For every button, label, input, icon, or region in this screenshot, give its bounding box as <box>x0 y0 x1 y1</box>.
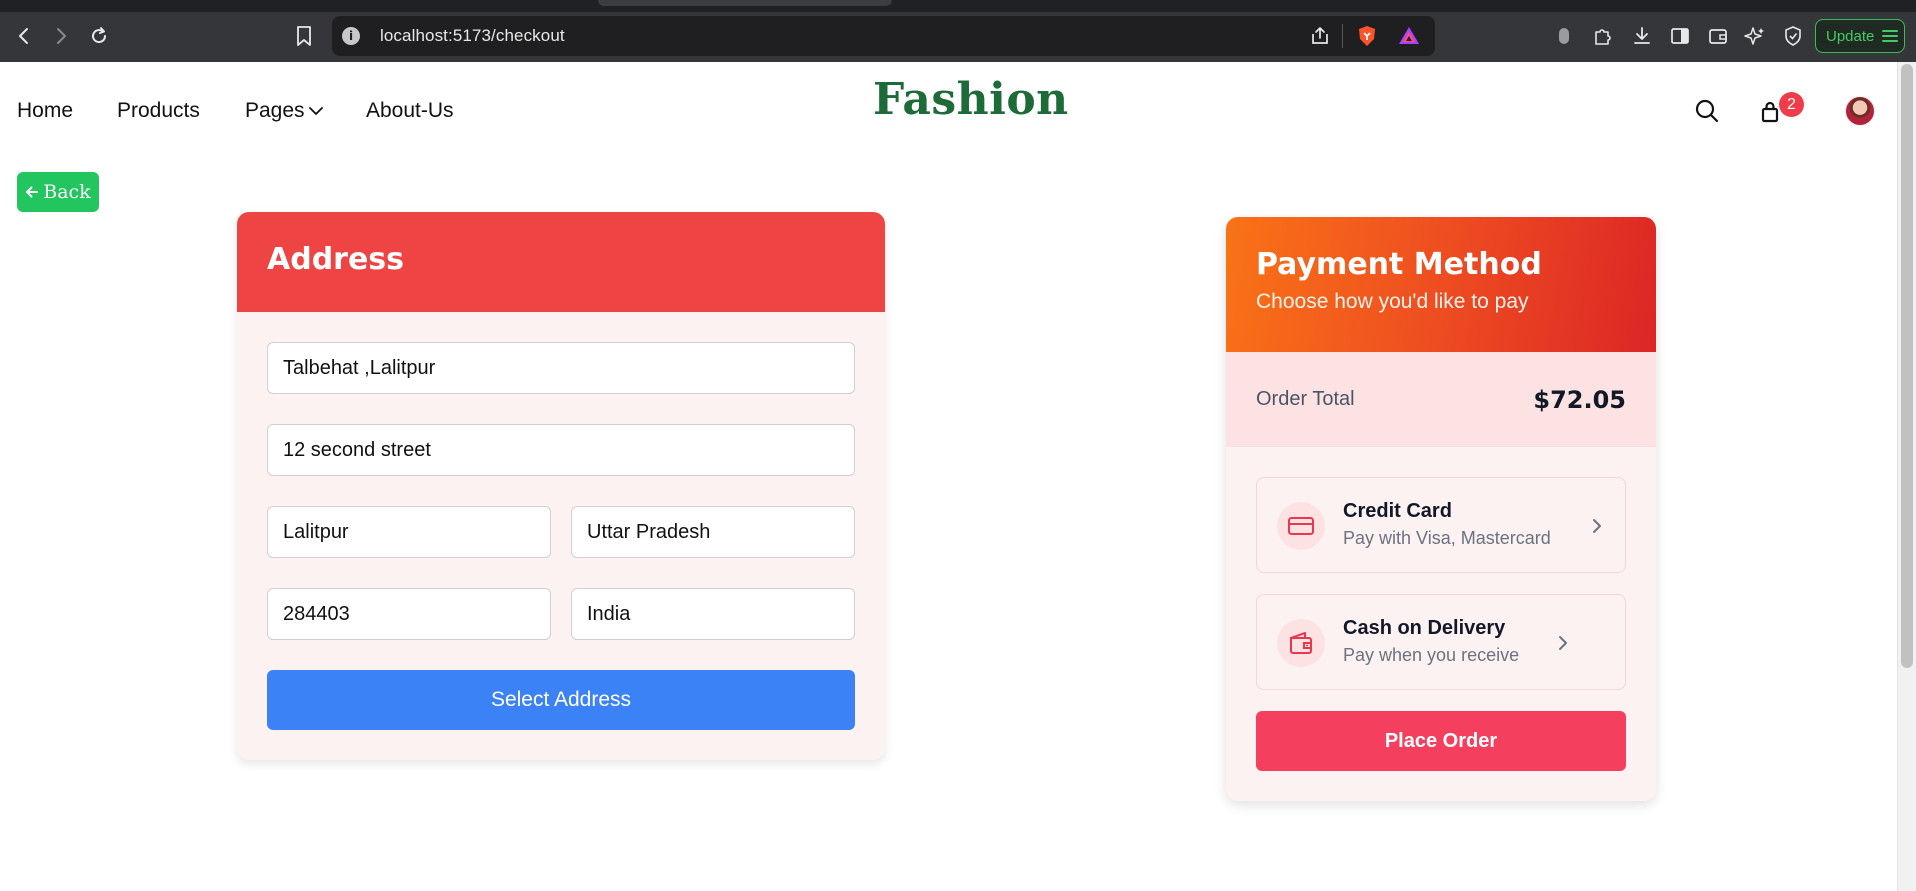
active-tab[interactable] <box>598 0 892 6</box>
download-icon[interactable] <box>1630 24 1654 48</box>
leo-ai-icon[interactable] <box>1743 24 1767 48</box>
select-address-button[interactable]: Select Address <box>267 670 855 730</box>
payment-card: Payment Method Choose how you'd like to … <box>1226 217 1656 801</box>
update-label: Update <box>1826 27 1875 45</box>
extensions-puzzle-icon[interactable] <box>1591 24 1615 48</box>
chevron-right-icon <box>1559 636 1567 650</box>
browser-chrome: i localhost:5173/checkout Update <box>0 0 1916 62</box>
share-icon[interactable] <box>1309 25 1331 47</box>
address-card-header: Address <box>237 212 885 312</box>
search-icon[interactable] <box>1693 97 1721 125</box>
user-avatar[interactable] <box>1845 96 1875 126</box>
hamburger-menu-icon <box>1882 30 1899 42</box>
pincode-field[interactable]: 284403 <box>267 588 551 640</box>
nav-pages-label: Pages <box>245 99 305 122</box>
sidebar-icon[interactable] <box>1668 24 1692 48</box>
order-total-row: Order Total $72.05 <box>1226 352 1656 447</box>
cash-on-delivery-option[interactable]: Cash on Delivery Pay when you receive <box>1256 594 1626 690</box>
arrow-left-icon <box>26 186 39 198</box>
payment-title: Payment Method <box>1256 247 1542 282</box>
wallet-icon <box>1277 619 1325 667</box>
place-order-button[interactable]: Place Order <box>1256 711 1626 771</box>
address-title: Address <box>267 242 405 277</box>
country-field[interactable]: India <box>571 588 855 640</box>
credit-card-option[interactable]: Credit Card Pay with Visa, Mastercard <box>1256 477 1626 573</box>
brave-shield-icon[interactable] <box>1355 24 1379 48</box>
state-field[interactable]: Uttar Pradesh <box>571 506 855 558</box>
nav-pages-dropdown[interactable]: Pages <box>245 99 324 123</box>
address-bar[interactable]: i localhost:5173/checkout <box>332 16 1435 56</box>
brave-rewards-icon[interactable] <box>1397 24 1421 48</box>
order-total-value: $72.05 <box>1533 385 1626 414</box>
omnibox-divider <box>1342 24 1343 48</box>
chevron-right-icon <box>1593 519 1601 533</box>
credit-card-icon <box>1277 502 1325 550</box>
wallet-toolbar-icon[interactable] <box>1706 24 1730 48</box>
back-button[interactable]: Back <box>17 172 99 212</box>
address-line2-field[interactable]: 12 second street <box>267 424 855 476</box>
payment-card-header: Payment Method Choose how you'd like to … <box>1226 217 1656 352</box>
nav-home[interactable]: Home <box>17 99 73 123</box>
page-scrollbar[interactable] <box>1897 62 1916 891</box>
cash-on-delivery-title: Cash on Delivery <box>1343 617 1506 639</box>
forward-nav-icon[interactable] <box>47 22 75 50</box>
url-text[interactable]: localhost:5173/checkout <box>380 26 565 46</box>
cart-count-badge: 2 <box>1779 92 1804 117</box>
city-field[interactable]: Lalitpur <box>267 506 551 558</box>
credit-card-subtitle: Pay with Visa, Mastercard <box>1343 528 1551 548</box>
tab-strip <box>0 0 1916 12</box>
reload-icon[interactable] <box>85 22 113 50</box>
back-nav-icon[interactable] <box>10 22 38 50</box>
scrollbar-thumb[interactable] <box>1901 64 1913 668</box>
cash-on-delivery-subtitle: Pay when you receive <box>1343 645 1520 665</box>
payment-subtitle: Choose how you'd like to pay <box>1256 290 1529 313</box>
credit-card-title: Credit Card <box>1343 500 1452 522</box>
vpn-shield-icon[interactable] <box>1781 24 1805 48</box>
update-button[interactable]: Update <box>1815 19 1905 53</box>
back-label: Back <box>43 181 91 203</box>
extension-mouse-icon[interactable] <box>1552 24 1576 48</box>
nav-about-us[interactable]: About-Us <box>366 99 454 123</box>
chevron-down-icon <box>308 107 323 115</box>
site-info-icon[interactable]: i <box>342 27 360 45</box>
address-card: Address Talbehat ,Lalitpur 12 second str… <box>237 212 885 760</box>
brand-logo[interactable]: Fashion <box>873 74 1069 125</box>
nav-products[interactable]: Products <box>117 99 200 123</box>
order-total-label: Order Total <box>1256 388 1355 410</box>
bookmark-icon[interactable] <box>292 24 316 48</box>
address-line1-field[interactable]: Talbehat ,Lalitpur <box>267 342 855 394</box>
